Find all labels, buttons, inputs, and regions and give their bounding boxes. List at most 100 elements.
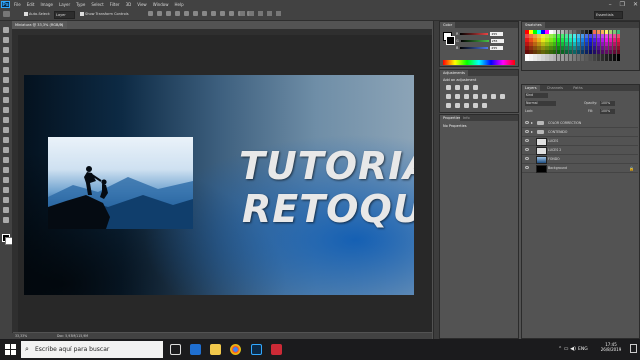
slider-value-field[interactable]: 255 bbox=[490, 31, 504, 36]
visibility-eye-icon[interactable] bbox=[525, 130, 529, 133]
photo-filter-icon[interactable] bbox=[482, 94, 487, 99]
visibility-eye-icon[interactable] bbox=[525, 139, 529, 142]
spot-heal-tool-icon[interactable] bbox=[3, 87, 9, 93]
fill-field[interactable]: 100% bbox=[600, 109, 615, 114]
quick-select-tool-icon[interactable] bbox=[3, 57, 9, 63]
menu-item-file[interactable]: File bbox=[14, 2, 21, 7]
document-canvas[interactable]: TUTORIAL RETOQUE bbox=[24, 75, 414, 295]
language-indicator[interactable]: ENG bbox=[578, 347, 588, 352]
distribute-icon[interactable] bbox=[229, 11, 234, 16]
layer-row[interactable]: Background 🔒 bbox=[522, 164, 638, 173]
color-slider-r[interactable]: R 255 bbox=[456, 31, 504, 36]
layer-filter-kind[interactable]: Kind bbox=[525, 93, 548, 98]
layer-row[interactable]: LUCES bbox=[522, 137, 638, 146]
layer-row[interactable]: ▸ COLOR CORRECTION bbox=[522, 119, 638, 128]
chrome-icon[interactable] bbox=[230, 344, 241, 355]
workspace-switcher[interactable]: Essentials bbox=[594, 11, 623, 19]
shape-tool-icon[interactable] bbox=[3, 197, 9, 203]
document-tab[interactable]: Miniatura @ 33,3% (RGB/8) bbox=[12, 21, 67, 29]
document-info[interactable]: Doc: 5,93M/115,9M bbox=[57, 334, 88, 338]
tray-icons[interactable]: ⌃ ▭ ◀) bbox=[558, 344, 576, 355]
info-tab[interactable]: Info bbox=[460, 115, 473, 121]
menu-item-3d[interactable]: 3D bbox=[126, 2, 132, 7]
layer-row[interactable]: FONDO bbox=[522, 155, 638, 164]
opacity-field[interactable]: 100% bbox=[600, 101, 615, 106]
selective-color-icon[interactable] bbox=[473, 103, 478, 108]
menu-item-edit[interactable]: Edit bbox=[27, 2, 35, 7]
taskbar-clock[interactable]: 17:45 26/8/2019 bbox=[596, 342, 626, 352]
eyedropper-tool-icon[interactable] bbox=[3, 77, 9, 83]
tab-paths[interactable]: Paths bbox=[570, 85, 586, 91]
file-explorer-icon[interactable] bbox=[210, 344, 221, 355]
path-select-tool-icon[interactable] bbox=[3, 187, 9, 193]
taskbar-search-input[interactable]: ⌕ Escribe aquí para buscar bbox=[21, 341, 163, 358]
distribute-icon[interactable] bbox=[211, 11, 216, 16]
lasso-tool-icon[interactable] bbox=[3, 47, 9, 53]
crop-tool-icon[interactable] bbox=[3, 67, 9, 73]
color-tab[interactable]: Color bbox=[440, 22, 456, 28]
color-slider-g[interactable]: G 255 bbox=[456, 38, 504, 43]
windows-start-icon[interactable] bbox=[5, 344, 16, 355]
zoom-level[interactable]: 33,33% bbox=[15, 334, 27, 338]
align-middle-icon[interactable] bbox=[157, 11, 162, 16]
close-document-icon[interactable]: × bbox=[60, 22, 63, 27]
tab-channels[interactable]: Channels bbox=[543, 85, 566, 91]
color-lookup-icon[interactable] bbox=[500, 94, 505, 99]
visibility-eye-icon[interactable] bbox=[525, 121, 529, 124]
type-tool-icon[interactable] bbox=[3, 177, 9, 183]
3d-scale-icon[interactable] bbox=[276, 11, 281, 16]
show-transform-checkbox[interactable]: Show Transform Controls bbox=[80, 12, 129, 16]
threshold-icon[interactable] bbox=[464, 103, 469, 108]
align-center-icon[interactable] bbox=[184, 11, 189, 16]
menu-item-help[interactable]: Help bbox=[174, 2, 183, 7]
menu-item-image[interactable]: Image bbox=[40, 2, 53, 7]
slider-track[interactable] bbox=[460, 32, 489, 35]
black-white-icon[interactable] bbox=[473, 94, 478, 99]
curves-icon[interactable] bbox=[464, 85, 469, 90]
color-balance-icon[interactable] bbox=[464, 94, 469, 99]
menu-item-filter[interactable]: Filter bbox=[110, 2, 120, 7]
levels-icon[interactable] bbox=[455, 85, 460, 90]
move-tool-preset-icon[interactable] bbox=[3, 11, 10, 17]
hand-tool-icon[interactable] bbox=[3, 207, 9, 213]
brightness-contrast-icon[interactable] bbox=[446, 85, 451, 90]
edge-browser-icon[interactable] bbox=[190, 344, 201, 355]
dodge-tool-icon[interactable] bbox=[3, 157, 9, 163]
align-left-icon[interactable] bbox=[175, 11, 180, 16]
color-spectrum-ramp[interactable] bbox=[443, 60, 515, 65]
zoom-tool-icon[interactable] bbox=[3, 217, 9, 223]
pen-tool-icon[interactable] bbox=[3, 167, 9, 173]
gradient-tool-icon[interactable] bbox=[3, 137, 9, 143]
eraser-tool-icon[interactable] bbox=[3, 127, 9, 133]
layer-row[interactable]: LUCES 2 bbox=[522, 146, 638, 155]
expand-arrow-icon[interactable]: ▸ bbox=[531, 128, 533, 136]
menu-item-select[interactable]: Select bbox=[91, 2, 103, 7]
hue-saturation-icon[interactable] bbox=[455, 94, 460, 99]
3d-rotate-icon[interactable] bbox=[240, 11, 245, 16]
posterize-icon[interactable] bbox=[455, 103, 460, 108]
slider-track[interactable] bbox=[460, 39, 489, 42]
auto-select-dropdown[interactable]: Layer bbox=[54, 11, 75, 19]
3d-roll-icon[interactable] bbox=[249, 11, 254, 16]
blend-mode-dropdown[interactable]: Normal bbox=[525, 101, 556, 106]
channel-mixer-icon[interactable] bbox=[491, 94, 496, 99]
restore-button[interactable]: ❐ bbox=[620, 1, 625, 8]
notifications-icon[interactable] bbox=[630, 344, 637, 353]
visibility-eye-icon[interactable] bbox=[525, 157, 529, 160]
distribute-icon[interactable] bbox=[220, 11, 225, 16]
visibility-eye-icon[interactable] bbox=[525, 166, 529, 169]
menu-item-type[interactable]: Type bbox=[76, 2, 85, 7]
3d-pan-icon[interactable] bbox=[258, 11, 263, 16]
color-swatch[interactable] bbox=[616, 57, 621, 62]
brush-tool-icon[interactable] bbox=[3, 97, 9, 103]
adjustments-tab[interactable]: Adjustments bbox=[440, 70, 468, 76]
slider-value-field[interactable]: 255 bbox=[490, 38, 504, 43]
auto-select-checkbox[interactable]: Auto-Select: bbox=[24, 12, 50, 16]
clone-stamp-tool-icon[interactable] bbox=[3, 107, 9, 113]
history-brush-tool-icon[interactable] bbox=[3, 117, 9, 123]
align-top-icon[interactable] bbox=[148, 11, 153, 16]
align-bottom-icon[interactable] bbox=[166, 11, 171, 16]
slider-value-field[interactable]: 255 bbox=[490, 45, 504, 50]
swatches-tab[interactable]: Swatches bbox=[522, 22, 545, 28]
menu-item-layer[interactable]: Layer bbox=[59, 2, 70, 7]
